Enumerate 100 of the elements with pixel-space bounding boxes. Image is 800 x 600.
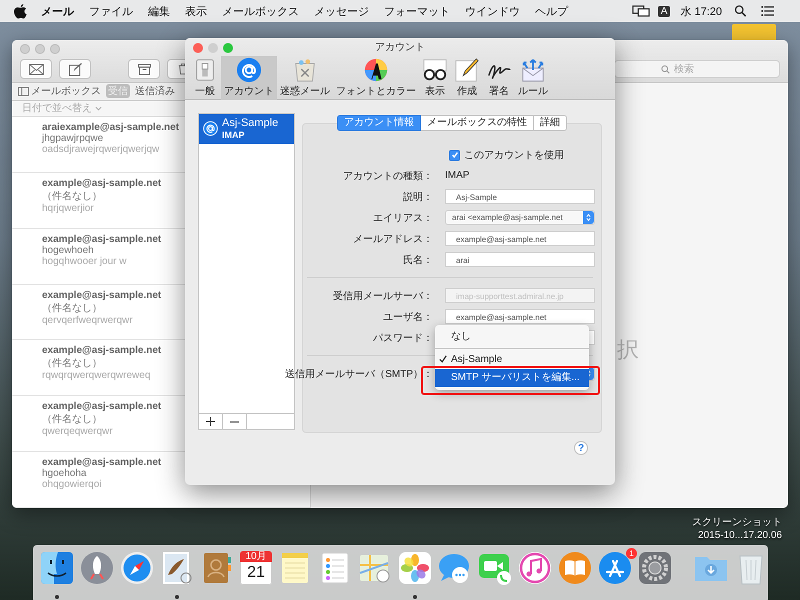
toolbar-tab[interactable]: 作成 [451,56,483,100]
field-label: エイリアス： [372,212,433,224]
menu-option[interactable]: SMTP サーバリストを編集... [435,369,589,387]
message-sender[interactable]: example@asj-sample.net [42,457,162,468]
message-subject: （件名なし） [42,190,102,203]
message-preview: qwerqeqwerqwr [42,426,113,438]
toolbar-tab[interactable]: フォントとカラー [333,56,419,100]
menu-item[interactable]: ヘルプ [535,4,568,18]
account-type: IMAP [222,130,246,141]
toolbar-tab[interactable]: 署名 [483,56,515,100]
field-label: パスワード： [372,332,433,344]
message-sender[interactable]: example@asj-sample.net [42,290,162,301]
plus-icon [206,417,215,426]
message-preview: qervqerfweqrwerqwr [42,314,133,326]
list-icon[interactable] [761,5,774,17]
rocket-icon[interactable] [80,551,114,585]
message-sender[interactable]: example@asj-sample.net [42,401,162,412]
envelope-arrows-icon [520,57,546,83]
toolbar-tab[interactable]: ルール [515,56,551,100]
account-item[interactable]: Asj-Sample IMAP [199,114,294,144]
archive-button[interactable] [128,59,160,79]
message-subject: jhgpawjrpqwe [42,132,104,144]
empty-notice: 択 [617,336,639,364]
gear-icon[interactable] [638,551,672,585]
field-label: 受信用メールサーバ： [332,290,433,302]
calendar-day: 21 [247,562,265,584]
toolbar-tab[interactable]: 表示 [419,56,451,100]
speech-bubble-icon[interactable] [438,551,472,585]
menu-option[interactable]: なし [435,328,589,346]
message-preview: rqwqrqwerqwerqwreweq [42,370,150,382]
message-subject: （件名なし） [42,413,102,426]
apple-icon[interactable] [14,4,27,18]
zoom-button[interactable] [223,43,233,53]
segment-tab[interactable]: メールボックスの特性 [421,115,534,131]
desktop-file-name[interactable]: スクリーンショット [692,516,782,529]
toolbar-tab[interactable]: 迷惑メール [277,56,333,100]
message-preview: ohqgowierqoi [42,479,102,490]
input-field[interactable]: example@asj-sample.net [445,231,595,246]
menu-item[interactable]: メールボックス [222,4,299,18]
menu-option[interactable]: Asj-Sample [435,351,589,369]
notification-badge: 1 [626,548,637,559]
message-subject: hogewhoeh [42,244,94,256]
field-label: 氏名： [402,254,433,266]
input-field[interactable]: arai [445,252,595,267]
toolbar-tab[interactable]: アカウント [221,56,277,100]
clock[interactable]: 水 17:20 [680,4,722,18]
display-icon[interactable] [632,4,650,18]
music-note-icon[interactable] [518,551,552,585]
menu-item[interactable]: メッセージ [314,4,369,18]
minus-icon [230,420,239,422]
help-button[interactable]: ? [574,441,588,455]
menu-item[interactable]: ウインドウ [465,4,520,18]
open-book-icon[interactable] [558,551,592,585]
segment-tab[interactable]: 詳細 [534,115,567,131]
video-camera-icon[interactable] [478,551,512,585]
archive-box-icon [138,64,150,74]
account-name: Asj-Sample [222,117,278,130]
message-sender[interactable]: example@asj-sample.net [42,345,162,356]
junk-bin-icon [292,57,318,83]
desktop-file-name[interactable]: 2015-10...17.20.06 [698,529,782,542]
menu-item[interactable]: 表示 [185,4,207,18]
compass-icon[interactable] [120,551,154,585]
app-store-icon[interactable] [598,551,632,585]
search-icon [661,64,670,74]
chevron-down-icon[interactable] [95,106,102,111]
message-subject: hgoehoha [42,468,86,480]
message-preview: hogqhwooer jour w [42,256,126,267]
message-preview: oadsdjrawejrqwerjqwerjqw [42,144,160,155]
at-sign-icon [236,57,262,83]
menu-item[interactable]: 編集 [148,4,170,18]
compose-button[interactable] [59,59,91,79]
search-icon[interactable] [734,5,747,17]
menu-item[interactable]: フォーマット [384,4,450,18]
menu-item[interactable]: ファイル [89,4,133,18]
popup-menu[interactable]: arai <example@asj-sample.net [445,210,595,225]
toolbar-tab[interactable]: 一般 [189,56,221,100]
input-field[interactable]: example@asj-sample.net [445,309,595,324]
close-button[interactable] [193,43,203,53]
message-sender[interactable]: araiexample@asj-sample.net [42,122,180,133]
bird-stamp-icon[interactable] [160,551,194,585]
mailboxes-toggle[interactable]: メールボックス [18,84,101,98]
input-mode-indicator[interactable]: A [658,6,670,16]
message-subject: （件名なし） [42,357,102,370]
account-type-value: IMAP [445,169,470,183]
mailbox-tab[interactable]: 送信済み [133,84,177,98]
checkbox[interactable] [449,150,460,160]
envelope-icon [28,64,44,74]
message-sender[interactable]: example@asj-sample.net [42,178,162,189]
smiling-face-icon[interactable] [40,551,74,585]
calendar-icon[interactable]: 10月 21 [240,551,272,585]
input-field[interactable]: Asj-Sample [445,189,595,204]
get-mail-button[interactable] [20,59,52,79]
pencil-square-icon [68,62,82,76]
flower-icon[interactable] [398,551,432,585]
message-subject: （件名なし） [42,302,102,315]
app-menu[interactable]: メール [41,4,74,18]
field-label: アカウントの種類： [342,170,433,182]
message-sender[interactable]: example@asj-sample.net [42,234,162,245]
calendar-month: 10月 [240,551,272,562]
field-label: ユーザ名： [382,310,433,324]
